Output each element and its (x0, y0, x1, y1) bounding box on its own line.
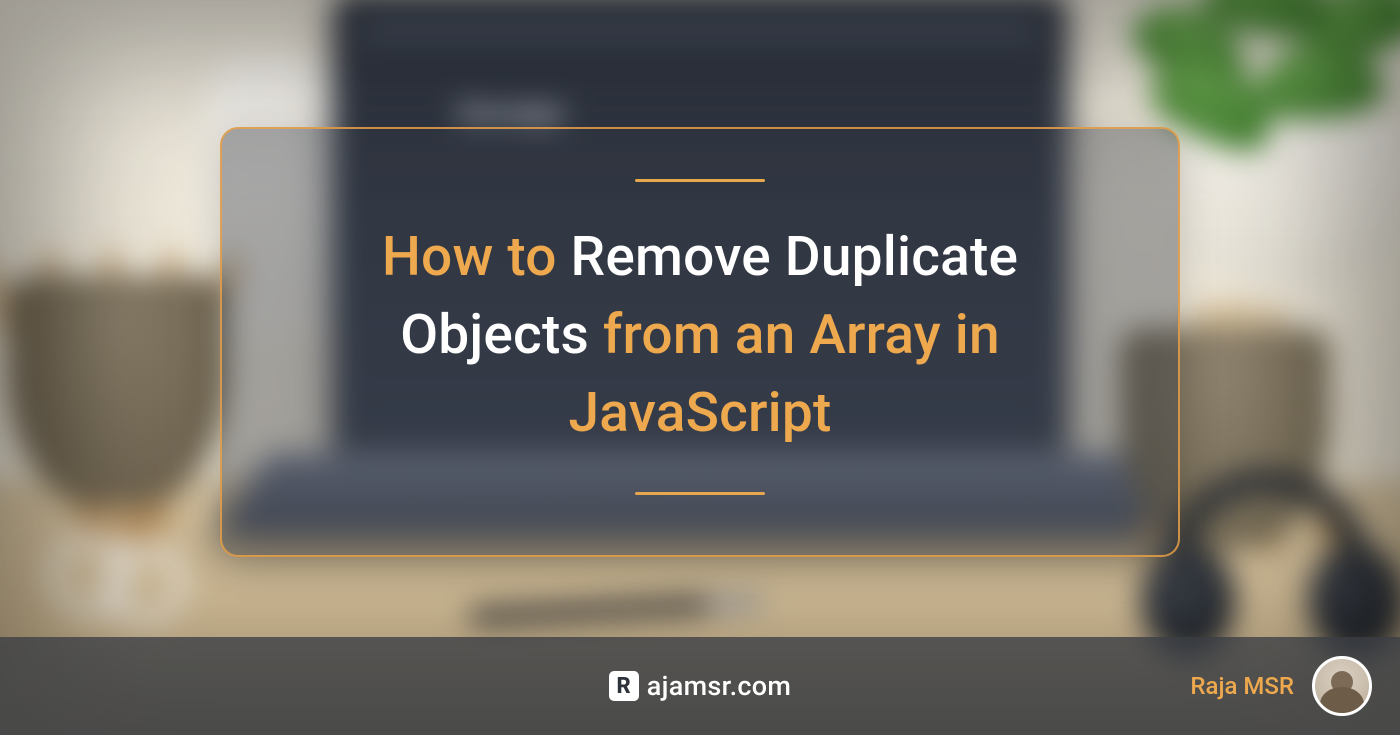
title-card: How to Remove Duplicate Objects from an … (220, 127, 1180, 557)
laptop-screen-text: Davatge (459, 97, 565, 130)
author-name: Raja MSR (1190, 672, 1294, 700)
author-block: Raja MSR (1190, 637, 1372, 735)
brand-text: ajamsr.com (647, 670, 791, 702)
blog-hero-image: Davatge How to Remove Duplicate Objects … (0, 0, 1400, 735)
desk-rings (49, 533, 217, 628)
footer-bar: Rajamsr.com Raja MSR (0, 637, 1400, 735)
title-part-1: How to (382, 225, 557, 289)
pencil-cup-left (7, 276, 228, 507)
divider-top (635, 179, 765, 182)
brand-logo-icon: R (609, 671, 639, 701)
divider-bottom (635, 492, 765, 495)
site-brand: Rajamsr.com (609, 670, 791, 702)
author-avatar (1312, 656, 1372, 716)
hero-title: How to Remove Duplicate Objects from an … (292, 218, 1108, 452)
title-part-3: from an Array in JavaScript (568, 303, 999, 445)
